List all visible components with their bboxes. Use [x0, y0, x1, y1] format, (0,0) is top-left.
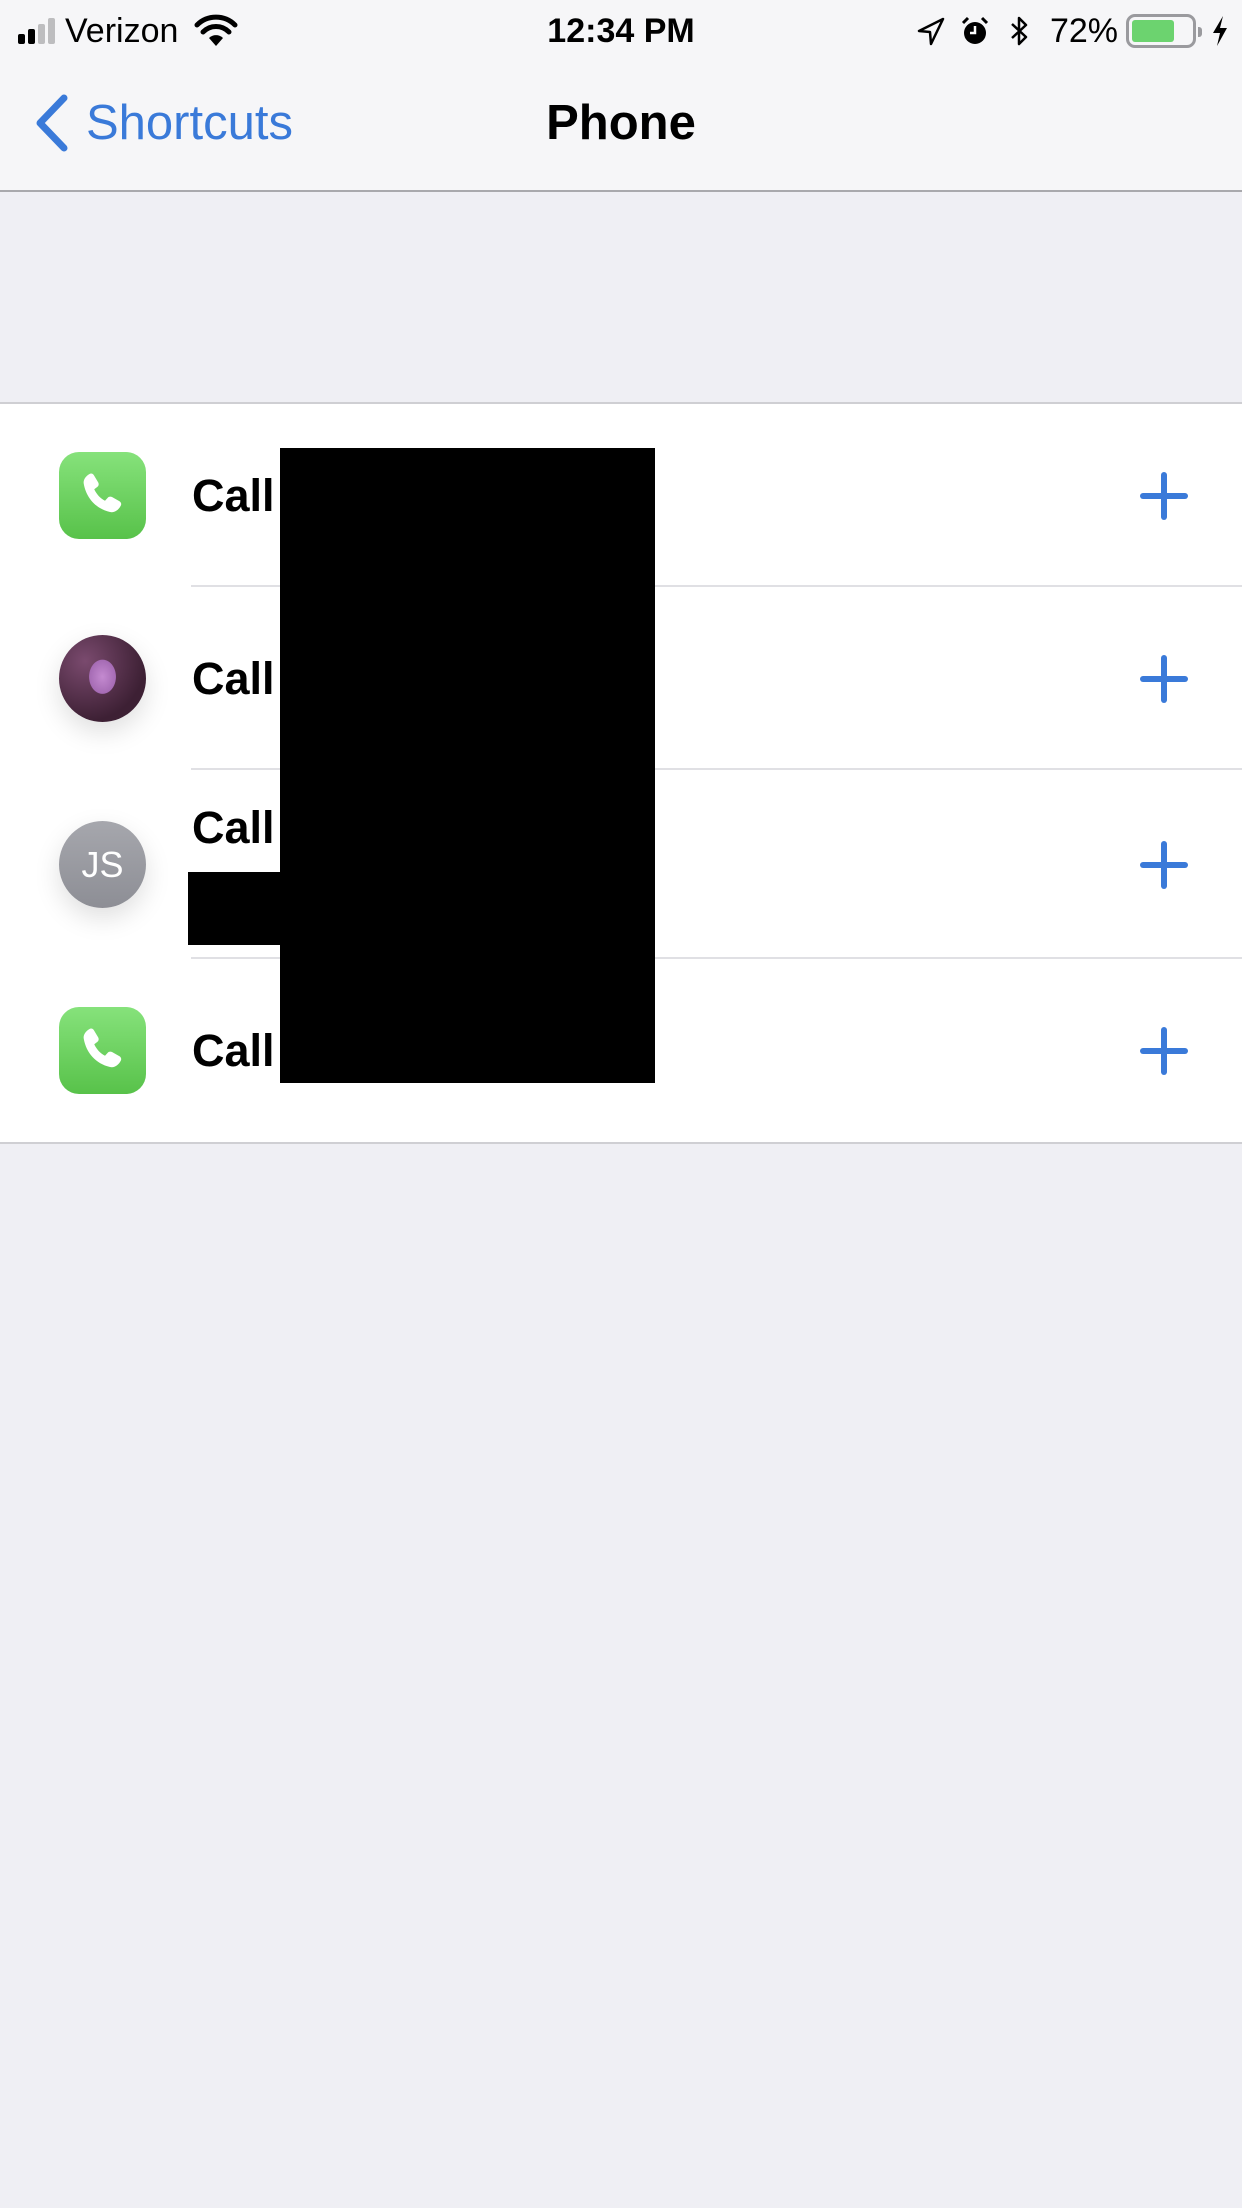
action-label: Call — [192, 802, 275, 853]
action-label: Call — [192, 1024, 275, 1076]
alarm-icon — [961, 16, 988, 44]
location-arrow-icon — [917, 17, 945, 46]
plus-icon[interactable] — [1136, 651, 1192, 707]
page-title: Phone — [546, 96, 696, 150]
plus-icon[interactable] — [1136, 1023, 1192, 1079]
plus-icon[interactable] — [1136, 468, 1192, 524]
redaction-block — [188, 872, 280, 945]
contact-photo-avatar — [59, 635, 146, 722]
status-bar: Verizon 12:34 PM 72% — [0, 0, 1242, 60]
phone-app-icon — [59, 1007, 146, 1094]
charging-bolt-icon — [1213, 16, 1227, 46]
redaction-block — [280, 448, 655, 1083]
phone-app-icon — [59, 452, 146, 539]
action-label: Call — [192, 469, 275, 521]
battery-level-fill — [1132, 20, 1174, 42]
phone-handset-icon — [83, 472, 121, 512]
bluetooth-icon — [1011, 16, 1028, 46]
plus-icon[interactable] — [1136, 837, 1192, 893]
contact-initials-avatar: JS — [59, 821, 146, 908]
battery-icon — [1126, 14, 1202, 48]
battery-percentage: 72% — [1049, 12, 1118, 50]
status-right: 72% — [916, 10, 1230, 52]
navigation-bar: Shortcuts Phone — [0, 60, 1242, 192]
battery-cap — [1198, 27, 1202, 37]
action-label: Call — [192, 652, 275, 704]
phone-handset-icon — [83, 1027, 121, 1067]
